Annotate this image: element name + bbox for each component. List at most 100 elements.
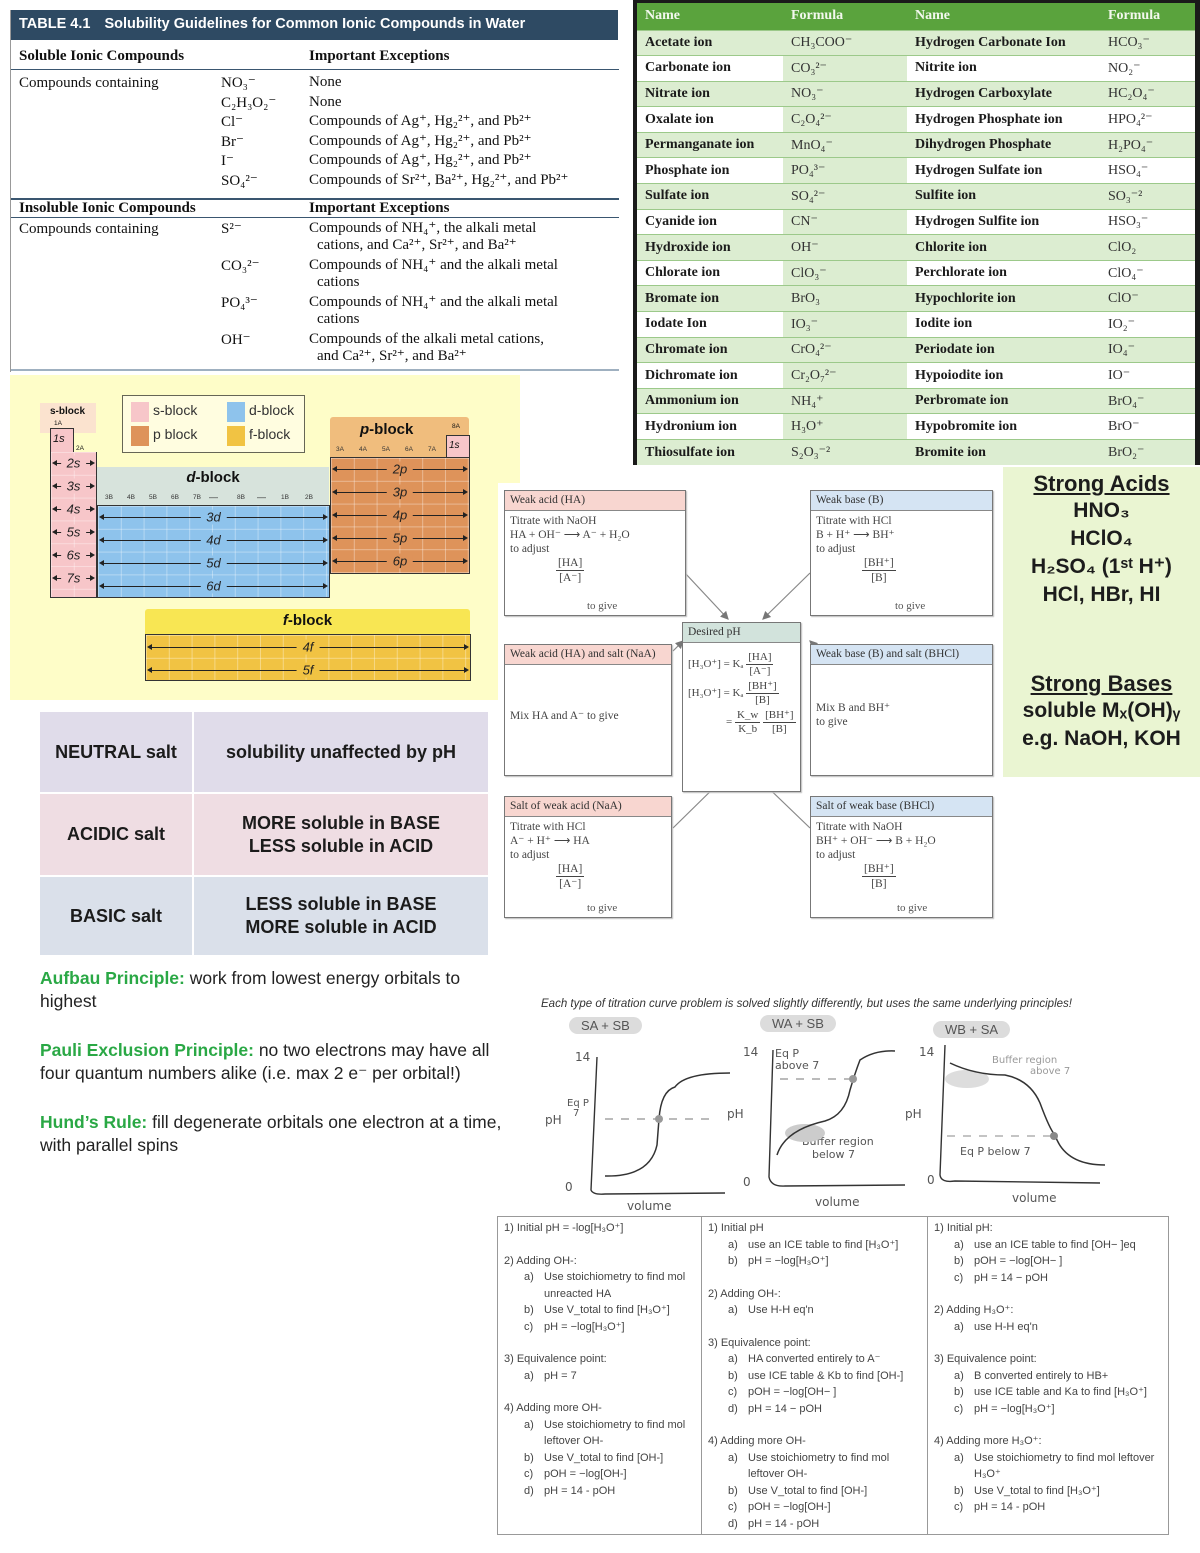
insoluble-header: Insoluble Ionic Compounds bbox=[19, 200, 196, 216]
step-text: Use stoichiometry to find mol leftover O… bbox=[748, 1451, 890, 1481]
ion-name: Phosphate ion bbox=[637, 157, 783, 184]
exceptions: Compounds of Ag⁺, Hg₂²⁺, and Pb²⁺ bbox=[309, 152, 614, 169]
arrow bbox=[684, 572, 729, 620]
step-item: a) Use stoichiometry to find mol leftover… bbox=[708, 1450, 921, 1483]
legend-label: s-block bbox=[153, 402, 198, 418]
buffer-preparation-diagram: Weak acid (HA) Titrate with NaOH HA + OH… bbox=[498, 483, 1000, 923]
ion-row: Thiosulfate ion S₂O₃⁻² Bromite ion BrO₂⁻ bbox=[637, 439, 1195, 466]
ion-name: Nitrite ion bbox=[907, 55, 1100, 82]
equivalence-point bbox=[1050, 1132, 1058, 1140]
salt-row: BASIC salt LESS soluble in BASE MORE solub… bbox=[40, 877, 488, 955]
exception-line: None bbox=[309, 74, 342, 90]
exception-line: cations bbox=[317, 274, 360, 290]
step-text: B converted entirely to HB+ bbox=[974, 1369, 1109, 1382]
exceptions: None bbox=[309, 94, 614, 111]
ion-row: Iodate Ion IO₃⁻ Iodite ion IO₂⁻ bbox=[637, 311, 1195, 338]
ion-formula: Br⁻ bbox=[221, 133, 244, 150]
group-label: 8A bbox=[452, 423, 460, 430]
salt-effect: solubility unaffected by pH bbox=[194, 712, 488, 792]
orbital-label: 4d bbox=[200, 532, 227, 548]
step-item: c) pH = 14 − pOH bbox=[934, 1270, 1162, 1287]
equation: [H₃O⁺] = Kₐ bbox=[688, 687, 744, 700]
orbital-label: 6d bbox=[200, 578, 227, 594]
step-item: a) pH = 7 bbox=[504, 1368, 695, 1385]
ion-row: Ammonium ion NH₄⁺ Perbromate ion BrO₄⁻ bbox=[637, 387, 1195, 414]
step-letter: c) bbox=[728, 1501, 738, 1513]
s-1s-cell: 1s bbox=[50, 428, 74, 452]
step-letter: c) bbox=[954, 1271, 964, 1284]
ion-formula: NO₂⁻ bbox=[1100, 55, 1195, 82]
legend-swatch bbox=[227, 426, 245, 446]
exception-line: Compounds of NH₄⁺, the alkali metal bbox=[309, 220, 537, 236]
step-letter: a) bbox=[728, 1353, 738, 1365]
step-letter: c) bbox=[954, 1402, 964, 1415]
orbital-label: 4f bbox=[296, 639, 320, 655]
ion-formula: BrO₂⁻ bbox=[1100, 439, 1195, 466]
effect-line: MORE soluble in ACID bbox=[245, 917, 437, 937]
step-item: a) use an ICE table to find [OH− ]eq bbox=[934, 1237, 1162, 1254]
step-item: a) Use H-H eq'n bbox=[708, 1302, 921, 1319]
effect-line: MORE soluble in BASE bbox=[241, 812, 441, 833]
step-heading: 1) Initial pH = -log[H₃O⁺] bbox=[504, 1222, 624, 1234]
box-line: Mix B and BH⁺ bbox=[816, 702, 891, 714]
weak-base-box: Weak base (B) Titrate with HCl B + H⁺ ⟶ … bbox=[810, 490, 993, 616]
col-formula: Formula bbox=[783, 3, 907, 30]
step-letter: b) bbox=[728, 1369, 738, 1382]
ion-name: Hypobromite ion bbox=[907, 413, 1100, 440]
curve-sketches bbox=[590, 1044, 1106, 1195]
box-line: Titrate with HCl bbox=[816, 515, 892, 527]
step-heading: 2) Adding H₃O⁺: bbox=[934, 1304, 1014, 1316]
ion-row: Dichromate ion Cr₂O₇²⁻ Hypoiodite ion IO⁻ bbox=[637, 362, 1195, 389]
to-give: to give bbox=[587, 600, 618, 612]
axes bbox=[768, 1049, 906, 1187]
step-text: pH = 14 − pOH bbox=[748, 1402, 822, 1415]
ion-row: Bromate ion BrO₃ Hypochlorite ion ClO⁻ bbox=[637, 285, 1195, 312]
row-label: Compounds containing bbox=[19, 221, 159, 237]
step-item: a) use H-H eq'n bbox=[934, 1319, 1162, 1336]
ion-formula: NO₃⁻ bbox=[221, 75, 256, 91]
ratio: [BH⁺] [B] bbox=[862, 557, 896, 584]
ion-formula: HPO₄²⁻ bbox=[1100, 106, 1195, 133]
step-letter: a) bbox=[728, 1451, 738, 1464]
step-text: Use stoichiometry to find mol leftover H… bbox=[974, 1451, 1155, 1481]
exception-line: Compounds of Ag⁺, Hg₂²⁺, and Pb²⁺ bbox=[309, 113, 532, 129]
titration-steps: 1) Initial pH = -log[H₃O⁺] 2) Adding OH-:… bbox=[497, 1216, 1169, 1535]
ion-row: Permanganate ion MnO₄⁻ Dihydrogen Phosphat… bbox=[637, 131, 1195, 158]
box-line: Titrate with NaOH bbox=[510, 515, 597, 527]
p-block-groups: 3A 4A 5A 6A 7A bbox=[330, 446, 446, 456]
principle-term: Hund’s Rule: bbox=[40, 1112, 148, 1132]
ratio: [BH⁺] [B] bbox=[862, 863, 896, 890]
step-text: pH = −log[H₃O⁺] bbox=[748, 1255, 829, 1267]
ion-name: Hypochlorite ion bbox=[907, 285, 1100, 312]
step-item: a) Use stoichiometry to find mol leftover… bbox=[504, 1417, 695, 1450]
principle-term: Aufbau Principle: bbox=[40, 968, 185, 988]
ion-row: Acetate ion CH₃COO⁻ Hydrogen Carbonate Ion… bbox=[637, 29, 1195, 56]
box-title: Weak base (B) and salt (BHCl) bbox=[811, 645, 992, 665]
arrow bbox=[762, 572, 811, 620]
f-block-header: f-block bbox=[145, 609, 470, 634]
titration-curve bbox=[604, 1072, 731, 1177]
orbital-label: 6p bbox=[386, 553, 414, 569]
ion-table-header: Name Formula Name Formula bbox=[637, 3, 1195, 30]
step-letter: c) bbox=[524, 1468, 534, 1480]
to-give: to give bbox=[897, 902, 928, 914]
ion-formula: BrO₄⁻ bbox=[1100, 387, 1195, 414]
step-item: b) Use V_total to find [H₃O⁺] bbox=[934, 1483, 1162, 1500]
step-letter: a) bbox=[954, 1451, 964, 1464]
step-text: pH = −log[H₃O⁺] bbox=[974, 1402, 1055, 1415]
orbital-label: 6s bbox=[60, 547, 87, 563]
ion-formula: C₂O₄²⁻ bbox=[783, 106, 907, 133]
step-letter: a) bbox=[728, 1238, 738, 1251]
salt-row: NEUTRAL salt solubility unaffected by pH bbox=[40, 712, 488, 792]
step-text: Use stoichiometry to find mol leftover O… bbox=[544, 1418, 686, 1448]
salt-type: BASIC salt bbox=[40, 877, 192, 955]
strong-acid: H₂SO₄ (1ˢᵗ H⁺) bbox=[1031, 555, 1172, 578]
group-label: 7B bbox=[193, 494, 201, 501]
exception-line: cations bbox=[317, 311, 360, 327]
step-item: d) pH = 14 − pOH bbox=[708, 1401, 921, 1418]
salt-solubility-table: NEUTRAL salt solubility unaffected by pH A… bbox=[40, 712, 488, 955]
ion-name: Hydrogen Sulfite ion bbox=[907, 208, 1100, 235]
equation: [H₃O⁺] = Kₐ bbox=[688, 658, 744, 671]
